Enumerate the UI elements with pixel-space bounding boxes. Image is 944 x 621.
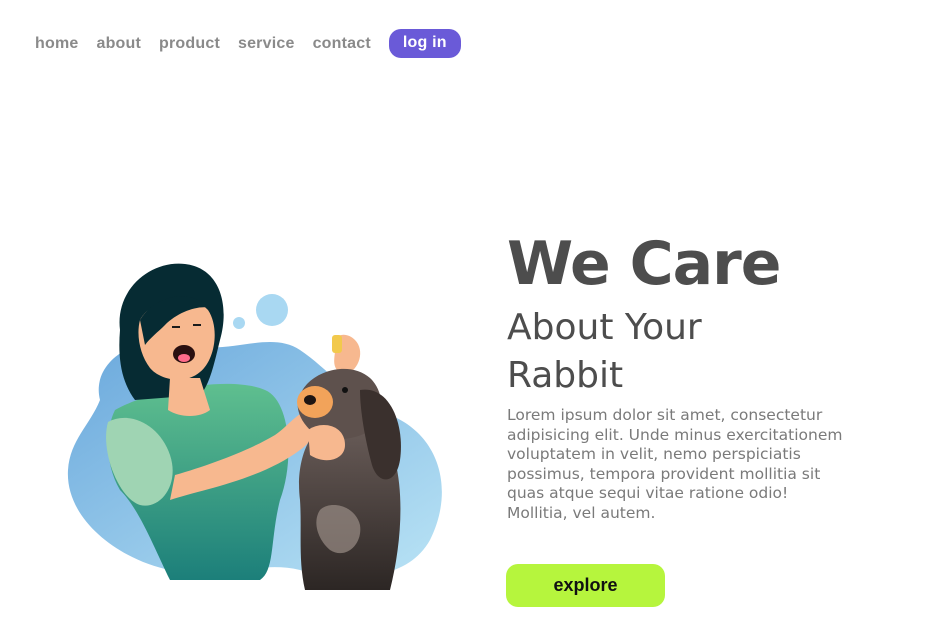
hero-subtitle-line1: About Your	[507, 307, 702, 348]
hero-subtitle: About Your Rabbit	[507, 304, 847, 400]
nav-home[interactable]: home	[35, 35, 78, 53]
hero-description: Lorem ipsum dolor sit amet, consectetur …	[507, 406, 843, 522]
nav-product[interactable]: product	[159, 35, 220, 53]
hero-illustration	[60, 250, 460, 600]
nav-service[interactable]: service	[238, 35, 295, 53]
hero-title: We Care	[507, 229, 781, 299]
nav-about[interactable]: about	[96, 35, 141, 53]
hero-text-block: We Care About Your Rabbit Lorem ipsum do…	[507, 228, 847, 523]
login-button[interactable]: log in	[388, 29, 461, 58]
nav-contact[interactable]: contact	[313, 35, 371, 53]
top-nav: home about product service contact log i…	[35, 29, 479, 58]
hero-subtitle-line2: Rabbit	[507, 355, 624, 396]
explore-button[interactable]: explore	[506, 564, 665, 607]
